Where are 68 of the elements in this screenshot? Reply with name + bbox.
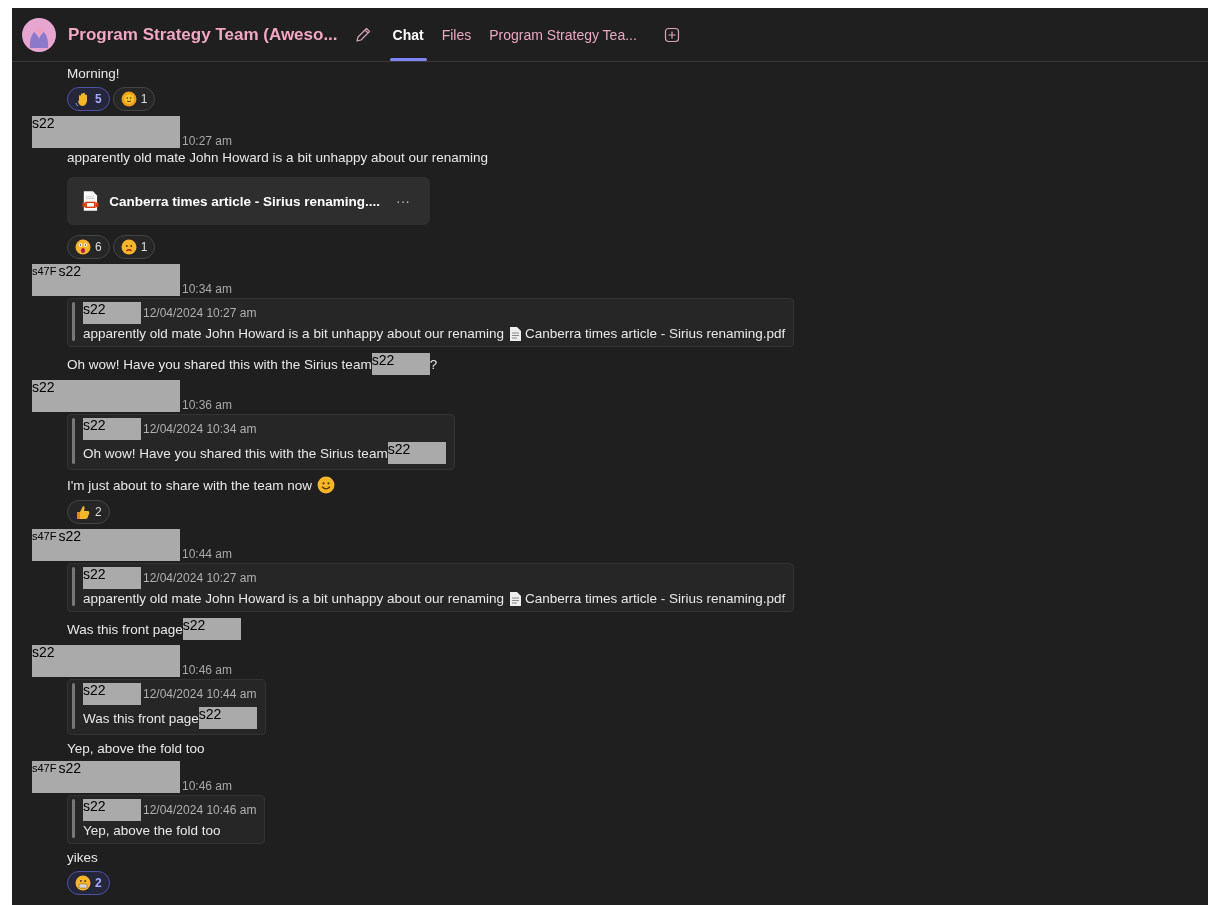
- message-time: 10:27 am: [182, 134, 233, 148]
- redaction-label: s22: [32, 380, 55, 395]
- message-text: Yep, above the fold too: [83, 823, 221, 838]
- message-text: ?: [429, 356, 438, 372]
- quote-timestamp: 12/04/2024 10:27 am: [143, 306, 257, 320]
- reaction-chip[interactable]: 5: [67, 87, 110, 111]
- redaction-label: s22: [83, 418, 106, 433]
- message-text: Yep, above the fold too: [67, 741, 205, 756]
- redaction-label: s22: [58, 761, 82, 776]
- redaction-label: s22: [83, 683, 106, 698]
- tab[interactable]: Chat: [389, 8, 427, 61]
- thumbs-up-icon: [75, 504, 91, 520]
- message-time: 10:46 am: [182, 779, 233, 793]
- redaction-label: s22: [182, 618, 206, 633]
- reaction-chip[interactable]: 2: [67, 871, 110, 895]
- redaction-label: s22: [83, 799, 106, 814]
- avatar-icon: [22, 17, 56, 52]
- redaction-label: s47F: [32, 529, 57, 544]
- tab[interactable]: Files: [438, 8, 475, 61]
- quote-timestamp: 12/04/2024 10:27 am: [143, 571, 257, 585]
- file-name[interactable]: Canberra times article - Sirius renaming.pdf: [525, 591, 786, 606]
- redaction-label: s47F: [32, 264, 57, 279]
- redaction-label: s22: [387, 442, 411, 457]
- frowning-face-icon: [120, 239, 137, 255]
- more-options-button[interactable]: ···: [390, 192, 416, 210]
- message-time: 10:44 am: [182, 547, 233, 561]
- message-text: yikes: [67, 850, 98, 865]
- file-attachment-card[interactable]: Canberra times article - Sirius renaming.... ···: [67, 177, 430, 225]
- pencil-icon: [353, 25, 372, 44]
- message-text: Was this front page: [67, 621, 183, 637]
- sun-face-icon: [120, 91, 137, 107]
- reaction-chip[interactable]: 6: [67, 235, 110, 259]
- document-icon: [509, 326, 521, 341]
- grimacing-face-icon: [75, 875, 91, 891]
- document-icon: [509, 591, 521, 606]
- message-text: apparently old mate John Howard is a bit unhappy about our renaming: [67, 150, 488, 165]
- file-name: Canberra times article - Sirius renaming....: [109, 193, 380, 209]
- tab[interactable]: Program Strategy Tea...: [486, 8, 640, 61]
- shocked-face-icon: [75, 239, 91, 255]
- redaction-label: s22: [371, 353, 395, 368]
- file-name[interactable]: Canberra times article - Sirius renaming.pdf: [525, 326, 786, 341]
- redaction-label: s22: [198, 707, 222, 722]
- message-text: Morning!: [67, 66, 120, 81]
- message-time: 10:46 am: [182, 663, 233, 677]
- message-time: 10:34 am: [182, 282, 233, 296]
- redaction-label: s22: [32, 645, 55, 660]
- message-text: Oh wow! Have you shared this with the Sirius team: [67, 356, 372, 372]
- redaction-label: s22: [58, 264, 82, 279]
- quote-timestamp: 12/04/2024 10:46 am: [143, 803, 257, 817]
- smiling-face-icon: [316, 476, 335, 494]
- redaction-label: s22: [83, 302, 106, 317]
- message-text: apparently old mate John Howard is a bit unhappy about our renaming: [83, 591, 504, 606]
- chat-title: Program Strategy Team (Aweso...: [68, 24, 338, 45]
- message-time: 10:36 am: [182, 398, 233, 412]
- message-text: Was this front page: [83, 710, 199, 726]
- quote-timestamp: 12/04/2024 10:34 am: [143, 422, 257, 436]
- add-tab-icon: [663, 26, 680, 43]
- reaction-chip[interactable]: 1: [112, 235, 156, 259]
- reaction-chip[interactable]: 2: [67, 500, 110, 524]
- reaction-chip[interactable]: 1: [112, 87, 156, 111]
- quote-timestamp: 12/04/2024 10:44 am: [143, 687, 257, 701]
- redaction-label: s22: [83, 567, 106, 582]
- redaction-label: s22: [58, 529, 82, 544]
- message-text: apparently old mate John Howard is a bit unhappy about our renaming: [83, 326, 504, 341]
- message-text: Oh wow! Have you shared this with the Sirius team: [83, 445, 388, 461]
- redaction-label: s47F: [32, 761, 57, 776]
- message-text: I'm just about to share with the team now: [67, 477, 312, 493]
- redaction-label: s22: [32, 116, 55, 131]
